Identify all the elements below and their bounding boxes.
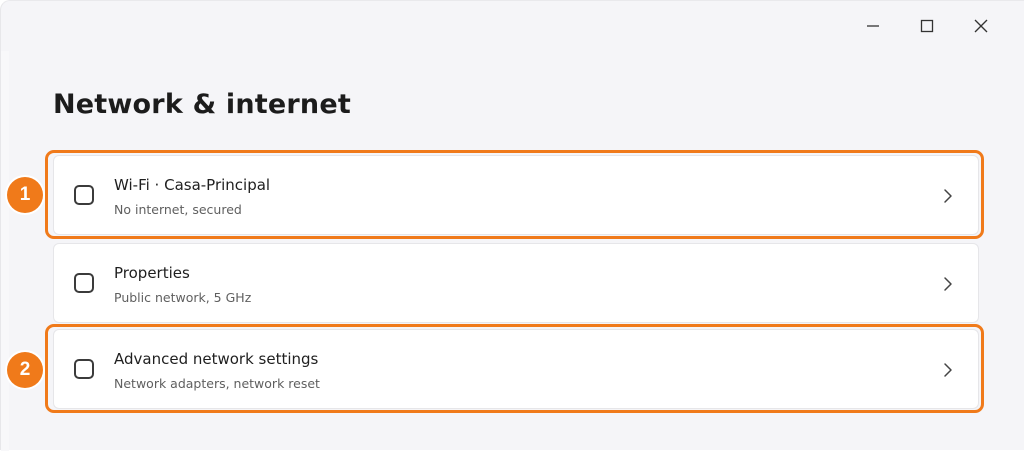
properties-item[interactable]: Properties Public network, 5 GHz bbox=[53, 243, 979, 323]
wifi-item-title: Wi-Fi · Casa-Principal bbox=[114, 176, 271, 194]
properties-icon bbox=[74, 273, 94, 293]
window-controls bbox=[846, 11, 1008, 41]
advanced-network-icon bbox=[74, 359, 94, 379]
maximize-button[interactable] bbox=[900, 11, 954, 41]
advanced-network-settings-item[interactable]: Advanced network settings Network adapte… bbox=[53, 329, 979, 409]
properties-item-title: Properties bbox=[114, 264, 190, 282]
settings-window: Network & internet Wi-Fi · Casa-Principa… bbox=[0, 0, 1024, 451]
maximize-icon bbox=[919, 18, 935, 34]
window-left-edge bbox=[1, 51, 9, 451]
minimize-button[interactable] bbox=[846, 11, 900, 41]
wifi-item[interactable]: Wi-Fi · Casa-Principal No internet, secu… bbox=[53, 155, 979, 235]
annotation-badge-2: 2 bbox=[7, 352, 43, 388]
page-title: Network & internet bbox=[53, 89, 351, 120]
chevron-right-icon bbox=[940, 274, 956, 294]
advanced-network-settings-subtitle: Network adapters, network reset bbox=[114, 376, 320, 391]
properties-item-subtitle: Public network, 5 GHz bbox=[114, 290, 252, 305]
wifi-item-subtitle: No internet, secured bbox=[114, 202, 242, 217]
minimize-icon bbox=[865, 18, 881, 34]
close-icon bbox=[973, 18, 989, 34]
chevron-right-icon bbox=[940, 186, 956, 206]
close-button[interactable] bbox=[954, 11, 1008, 41]
advanced-network-settings-title: Advanced network settings bbox=[114, 350, 319, 368]
annotation-badge-1: 1 bbox=[7, 177, 43, 213]
chevron-right-icon bbox=[940, 360, 956, 380]
wifi-icon bbox=[74, 185, 94, 205]
